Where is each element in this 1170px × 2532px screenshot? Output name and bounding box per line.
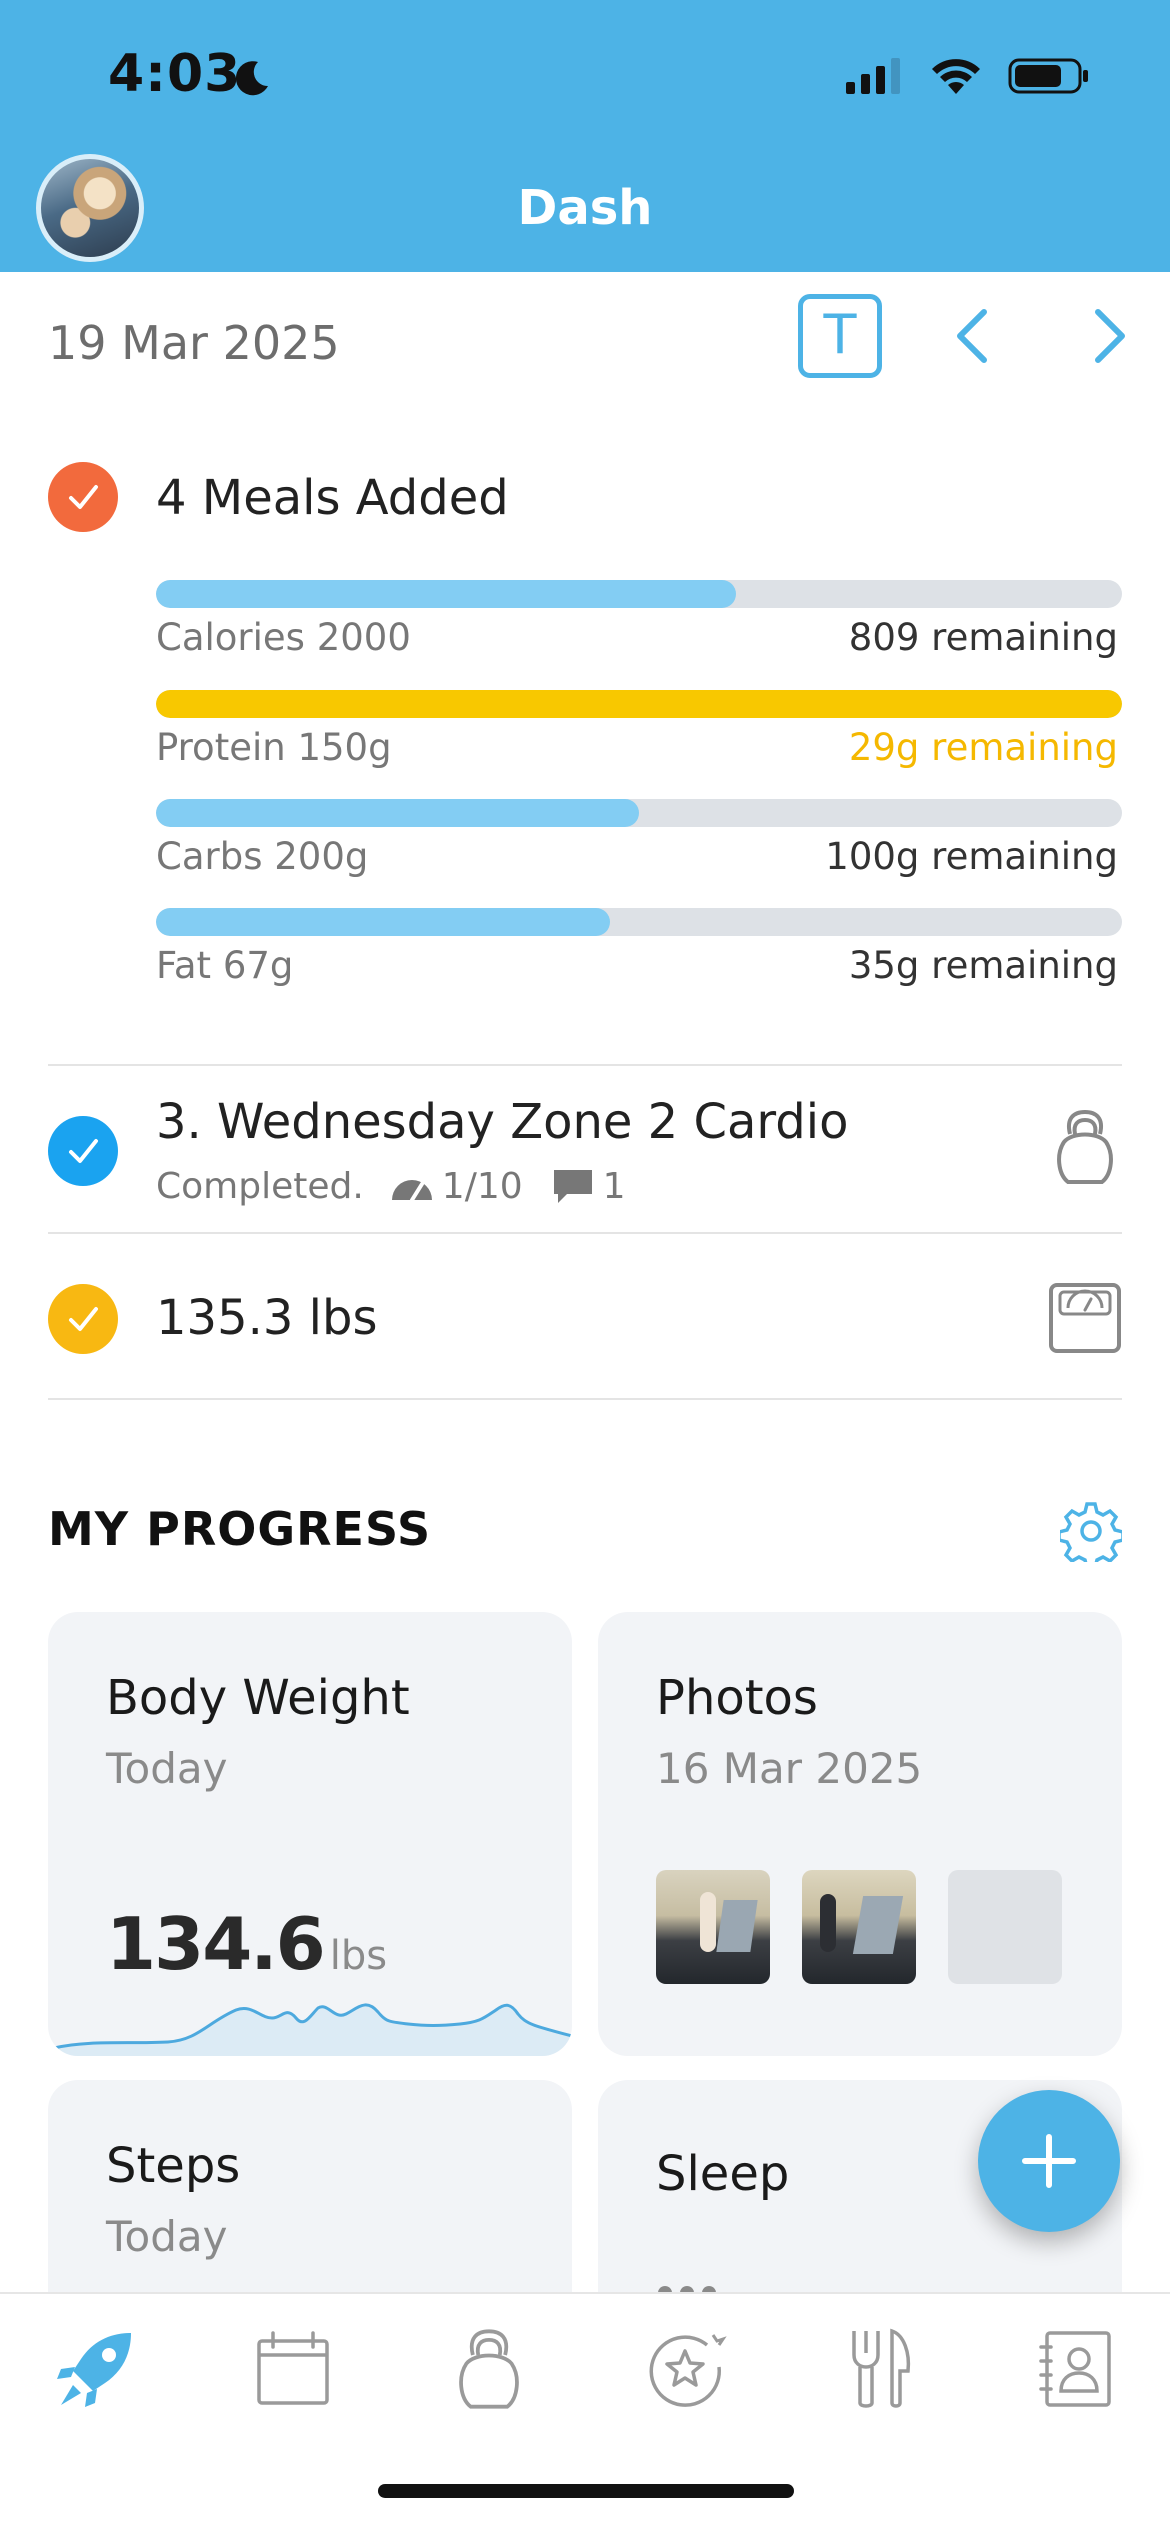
weight-check-icon [48,1284,118,1354]
star-badge-icon [649,2334,727,2407]
workout-status: Completed. [156,1166,364,1207]
card-subtitle: Today [106,1744,228,1793]
workout-check-icon [48,1116,118,1186]
tab-habits[interactable] [640,2324,730,2414]
photos-card[interactable]: Photos 16 Mar 2025 [598,1612,1122,2056]
macro-progress-fill [156,690,1122,718]
cellular-signal-icon [846,58,900,94]
weight-sparkline [48,2003,572,2056]
battery-icon [1008,58,1088,94]
progress-photo-thumbnail[interactable] [802,1870,916,1984]
macro-label: Protein 150g [156,726,392,769]
kettlebell-icon [459,2329,519,2409]
card-title: Photos [656,1670,818,1726]
contacts-icon [1039,2331,1111,2407]
divider [48,1064,1122,1066]
macro-label: Fat 67g [156,944,294,987]
macro-progress-bar [156,690,1122,718]
macro-progress-fill [156,908,611,936]
home-indicator [378,2484,794,2498]
macro-progress-bar [156,799,1122,827]
macro-remaining: 35g remaining [848,944,1118,987]
tab-nutrition[interactable] [836,2324,926,2414]
wifi-icon [932,59,980,94]
calendar-icon [257,2331,329,2405]
macro-progress-fill [156,580,736,608]
card-title: Steps [106,2138,241,2194]
kettlebell-icon[interactable] [1052,1108,1118,1186]
workout-title[interactable]: 3. Wednesday Zone 2 Cardio [156,1094,848,1150]
meals-check-icon [48,462,118,532]
macro-label: Calories 2000 [156,616,411,659]
gear-icon[interactable] [1060,1500,1122,1562]
weigh-in-value[interactable]: 135.3 lbs [156,1290,377,1346]
status-icons [844,56,1090,96]
tab-calendar[interactable] [248,2324,338,2414]
card-subtitle: Today [106,2212,228,2261]
section-title: MY PROGRESS [48,1502,432,1556]
macro-label: Carbs 200g [156,835,369,878]
workout-comment-count: 1 [602,1166,626,1207]
page-title: Dash [517,180,653,236]
moon-icon [235,61,268,96]
tab-dashboard[interactable] [50,2324,140,2414]
empty-photo-slot[interactable] [948,1870,1062,1984]
card-subtitle: 16 Mar 2025 [656,1744,923,1793]
body-weight-card[interactable]: Body Weight Today 134.6 lbs [48,1612,572,2056]
card-title: Body Weight [106,1670,410,1726]
macro-progress-bar [156,580,1122,608]
divider [48,1398,1122,1400]
current-date: 19 Mar 2025 [48,316,340,370]
divider [48,1232,1122,1234]
app-header: 4:03 Dash [0,0,1170,272]
rocket-icon [57,2333,131,2407]
tab-workouts[interactable] [444,2324,534,2414]
card-title: Sleep [656,2146,790,2202]
add-button[interactable] [978,2090,1120,2232]
macro-progress-fill [156,799,639,827]
gauge-icon [391,1179,432,1202]
meals-summary[interactable]: 4 Meals Added [156,470,509,526]
scale-icon[interactable] [1048,1282,1122,1354]
macro-remaining: 100g remaining [825,835,1118,878]
today-button[interactable]: T [798,294,882,378]
comment-icon [553,1169,592,1203]
macro-progress-bar [156,908,1122,936]
macro-remaining: 809 remaining [848,616,1118,659]
next-day-button[interactable] [1078,306,1138,366]
progress-photo-thumbnail[interactable] [656,1870,770,1984]
fork-knife-icon [852,2328,911,2408]
workout-meta: Completed. 1/10 1 [156,1166,626,1207]
macro-remaining: 29g remaining [848,726,1118,769]
tab-contacts[interactable] [1030,2324,1120,2414]
status-time: 4:03 [108,44,242,104]
plus-icon [1022,2134,1076,2188]
previous-day-button[interactable] [944,306,1004,366]
workout-rating: 1/10 [441,1166,523,1207]
